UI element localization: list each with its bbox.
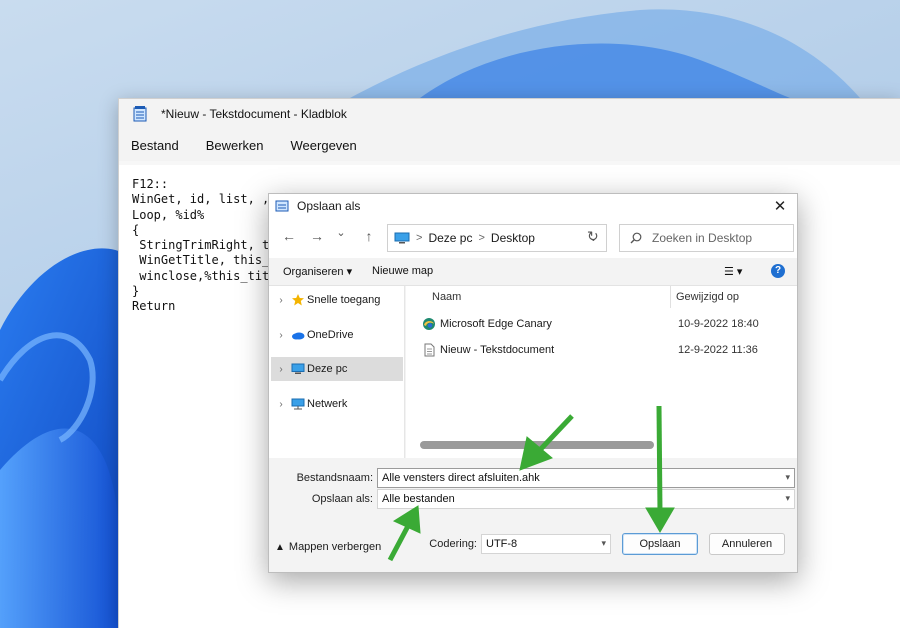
filename-value: Alle vensters direct afsluiten.ahk <box>382 472 540 484</box>
menu-weergeven[interactable]: Weergeven <box>291 138 357 153</box>
save-type-select[interactable]: Alle bestanden ▾ <box>377 489 795 509</box>
chevron-right-icon[interactable]: › <box>271 330 291 341</box>
search-placeholder: Zoeken in Desktop <box>652 231 753 245</box>
notepad-small-icon <box>275 200 289 212</box>
save-button[interactable]: Opslaan <box>622 533 698 555</box>
tree-item-label: OneDrive <box>307 329 354 341</box>
menu-bestand[interactable]: Bestand <box>131 138 179 153</box>
column-divider[interactable] <box>670 286 671 308</box>
file-list: Naam ⌃ Gewijzigd op Microsoft Edge Canar… <box>406 286 797 458</box>
save-type-value: Alle bestanden <box>382 493 455 505</box>
refresh-icon[interactable]: ↻ <box>587 228 599 245</box>
notepad-title: *Nieuw - Tekstdocument - Kladblok <box>161 107 347 121</box>
forward-arrow-icon[interactable]: → <box>307 228 327 248</box>
dialog-titlebar: Opslaan als <box>269 194 797 218</box>
hide-folders-label: Mappen verbergen <box>288 541 382 553</box>
horizontal-scrollbar[interactable] <box>420 441 654 449</box>
help-icon[interactable]: ? <box>771 264 785 278</box>
sort-chevron-icon: ⌃ <box>546 286 555 293</box>
file-date: 12-9-2022 11:36 <box>678 344 758 356</box>
address-bar[interactable]: > Deze pc > Desktop ⌄ <box>387 224 607 252</box>
text-file-icon <box>424 343 435 357</box>
cloud-icon <box>292 332 305 340</box>
hide-folders-toggle[interactable]: ▲ Mappen verbergen <box>275 541 381 553</box>
cancel-button[interactable]: Annuleren <box>709 533 785 555</box>
pc-icon <box>291 363 305 374</box>
chevron-up-icon: ▲ <box>275 541 285 553</box>
filename-label: Bestandsnaam: <box>296 472 373 484</box>
save-as-dialog: Opslaan als ✕ ← → ⌄ ↑ > Deze pc > Deskto… <box>268 193 798 573</box>
view-options-icon[interactable]: ☰ ▾ <box>724 265 742 278</box>
encoding-label: Codering: <box>429 538 477 550</box>
encoding-select[interactable]: UTF-8 ▾ <box>481 534 611 554</box>
tree-item-netwerk[interactable]: › Netwerk <box>271 392 403 416</box>
pc-icon <box>394 232 410 244</box>
chevron-down-icon[interactable]: ▾ <box>601 538 606 549</box>
dialog-title: Opslaan als <box>297 199 361 213</box>
chevron-down-icon[interactable]: ▾ <box>785 472 790 483</box>
dialog-toolbar: Organiseren ▾ Nieuwe map ☰ ▾ ? <box>269 258 797 286</box>
dialog-footer: Bestandsnaam: Alle vensters direct afslu… <box>269 458 797 572</box>
close-icon[interactable]: ✕ <box>771 197 789 215</box>
up-arrow-icon[interactable]: ↑ <box>359 228 379 248</box>
tree-item-onedrive[interactable]: › OneDrive <box>271 323 403 347</box>
back-arrow-icon[interactable]: ← <box>279 228 299 248</box>
network-icon <box>291 398 305 410</box>
chevron-right-icon[interactable]: › <box>271 399 291 410</box>
file-name: Microsoft Edge Canary <box>440 318 552 330</box>
dialog-navbar: ← → ⌄ ↑ > Deze pc > Desktop ⌄ ↻ Zoeken i… <box>269 218 797 258</box>
notepad-icon <box>133 106 147 122</box>
file-row[interactable]: Microsoft Edge Canary 10-9-2022 18:40 <box>406 314 797 336</box>
tree-item-label: Deze pc <box>307 363 348 375</box>
breadcrumb-desktop[interactable]: Desktop <box>491 231 535 245</box>
tree-item-label: Snelle toegang <box>307 294 381 306</box>
breadcrumb-separator: > <box>416 232 423 244</box>
notepad-menubar: Bestand Bewerken Weergeven <box>119 129 900 161</box>
file-row[interactable]: Nieuw - Tekstdocument 12-9-2022 11:36 <box>406 340 797 362</box>
search-input[interactable]: Zoeken in Desktop <box>619 224 794 252</box>
file-date: 10-9-2022 18:40 <box>678 318 759 330</box>
tree-item-label: Netwerk <box>307 398 348 410</box>
notepad-titlebar: *Nieuw - Tekstdocument - Kladblok <box>119 99 900 129</box>
navigation-pane: › Snelle toegang › OneDrive › Deze pc › <box>269 286 405 458</box>
file-name: Nieuw - Tekstdocument <box>440 344 555 356</box>
recent-dropdown-icon[interactable]: ⌄ <box>331 226 351 246</box>
column-header-name[interactable]: Naam <box>432 291 461 303</box>
new-folder-button[interactable]: Nieuwe map <box>372 265 433 277</box>
edge-canary-icon <box>423 318 435 330</box>
encoding-value: UTF-8 <box>486 538 518 550</box>
filename-field[interactable]: Alle vensters direct afsluiten.ahk ▾ <box>377 468 795 488</box>
chevron-right-icon[interactable]: › <box>271 295 291 306</box>
star-icon <box>292 294 304 306</box>
menu-bewerken[interactable]: Bewerken <box>206 138 264 153</box>
save-type-label: Opslaan als: <box>311 493 373 505</box>
column-header-modified[interactable]: Gewijzigd op <box>676 291 739 303</box>
chevron-right-icon[interactable]: › <box>271 364 291 375</box>
tree-item-deze-pc[interactable]: › Deze pc <box>271 357 403 381</box>
chevron-down-icon[interactable]: ▾ <box>785 493 790 504</box>
breadcrumb-deze-pc[interactable]: Deze pc <box>428 231 472 245</box>
tree-item-snelle-toegang[interactable]: › Snelle toegang <box>271 288 403 312</box>
breadcrumb-separator: > <box>478 232 485 244</box>
search-icon <box>630 232 642 244</box>
organize-button[interactable]: Organiseren ▾ <box>283 265 352 278</box>
